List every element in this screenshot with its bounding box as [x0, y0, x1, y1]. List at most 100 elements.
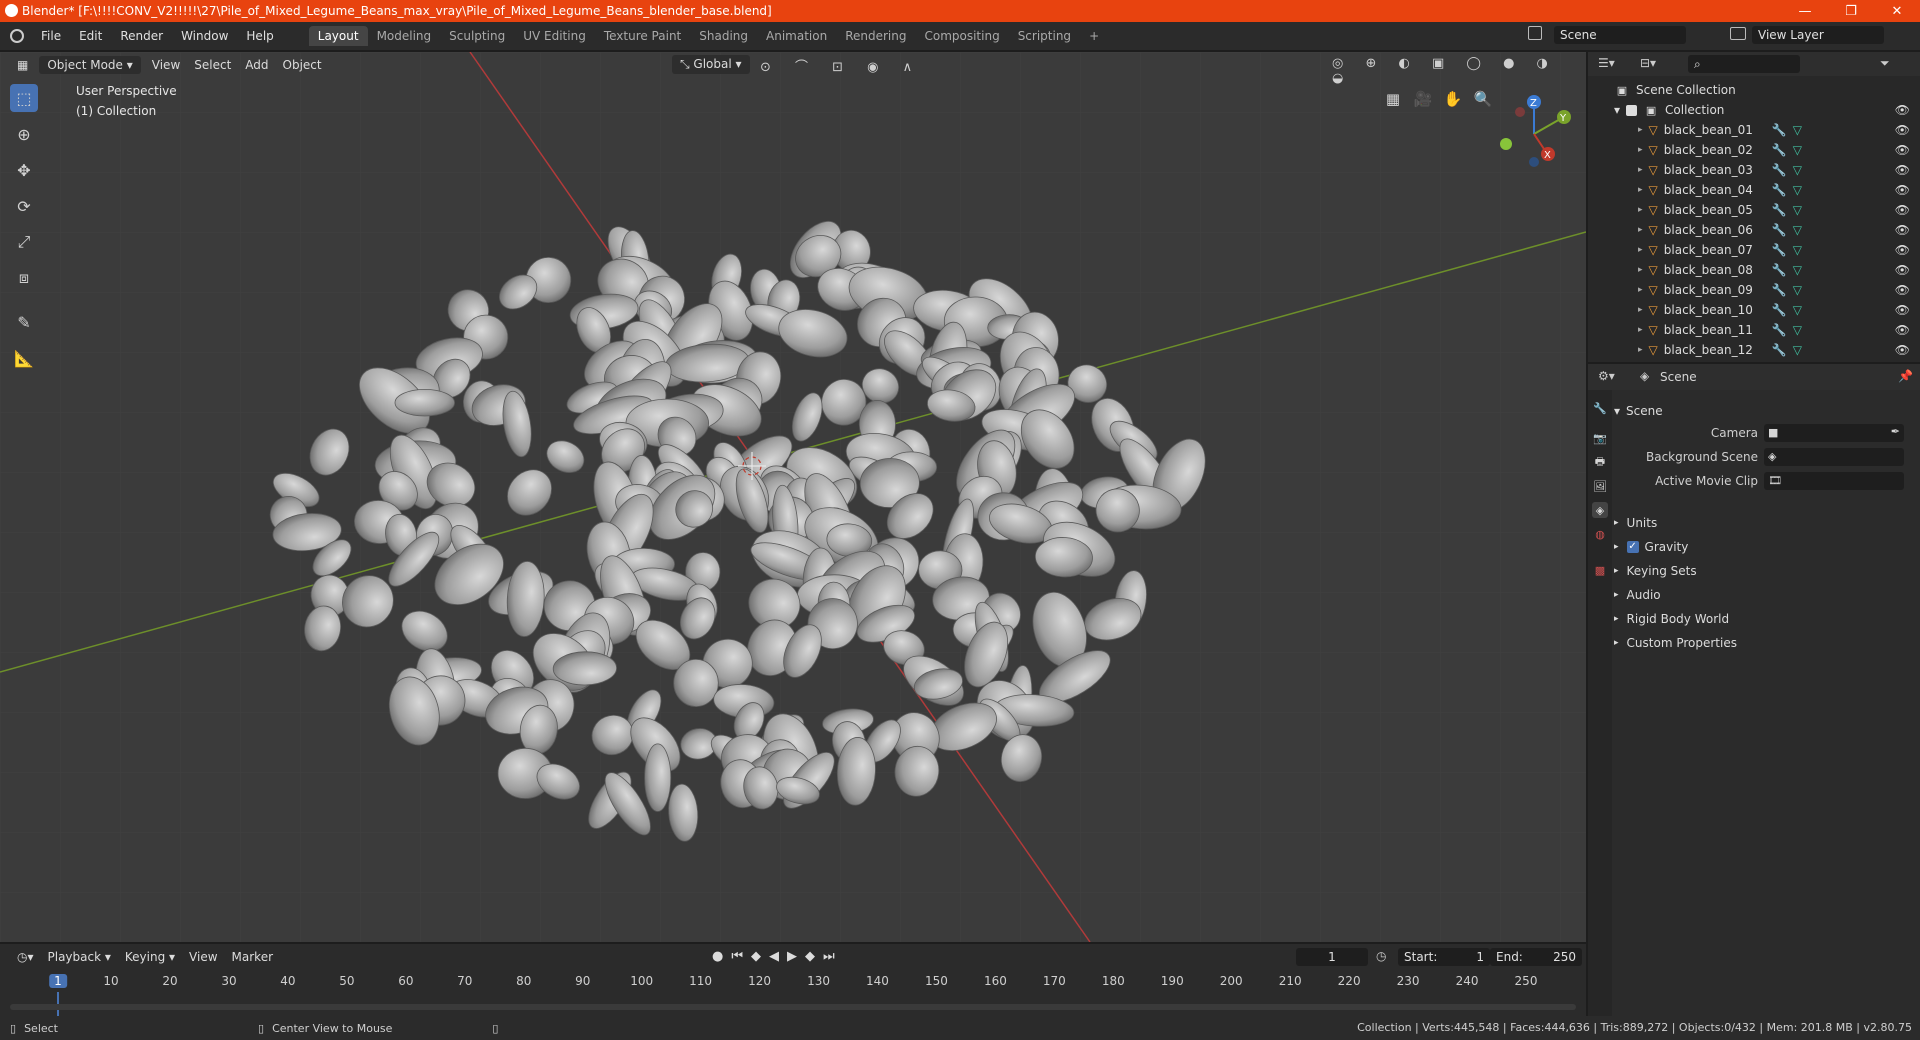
timeline-menu-playback[interactable]: Playback ▾	[41, 950, 118, 964]
modifier-wrench-icon[interactable]: 🔧	[1772, 163, 1787, 177]
timeline-scrollbar[interactable]	[10, 1004, 1576, 1010]
outliner-item[interactable]: ▸ ▽ black_bean_03 🔧 ▽ 👁	[1588, 160, 1920, 180]
visibility-eye-icon[interactable]: 👁	[1895, 243, 1910, 257]
subpanel-header[interactable]: ▸ ✓ Gravity	[1614, 536, 1914, 558]
rotate-tool[interactable]: ⟳	[10, 192, 38, 220]
modifier-wrench-icon[interactable]: 🔧	[1772, 183, 1787, 197]
tab-modeling[interactable]: Modeling	[368, 26, 441, 46]
outliner-item[interactable]: ▸ ▽ black_bean_05 🔧 ▽ 👁	[1588, 200, 1920, 220]
next-keyframe-icon[interactable]: ◆	[805, 949, 815, 964]
viewport-menu-object[interactable]: Object	[276, 58, 329, 72]
modifier-wrench-icon[interactable]: 🔧	[1772, 323, 1787, 337]
maximize-button[interactable]: ❐	[1828, 0, 1874, 22]
editor-type-icon[interactable]: ▦	[10, 58, 35, 72]
cursor-tool[interactable]: ⊕	[10, 120, 38, 148]
view-layer-tab-icon[interactable]: 🖼	[1592, 478, 1608, 494]
start-frame-field[interactable]: Start: 1	[1398, 948, 1490, 966]
subpanel-header[interactable]: ▸ Units	[1614, 512, 1914, 534]
transform-tool[interactable]: ⧈	[10, 264, 38, 292]
visibility-eye-icon[interactable]: 👁	[1895, 123, 1910, 137]
modifier-wrench-icon[interactable]: 🔧	[1772, 303, 1787, 317]
subpanel-header[interactable]: ▸ Keying Sets	[1614, 560, 1914, 582]
outliner-item[interactable]: ▸ ▽ black_bean_01 🔧 ▽ 👁	[1588, 120, 1920, 140]
outliner-scene-collection[interactable]: ▣ Scene Collection	[1588, 80, 1920, 100]
subpanel-header[interactable]: ▸ Custom Properties	[1614, 632, 1914, 654]
outliner-item[interactable]: ▸ ▽ black_bean_08 🔧 ▽ 👁	[1588, 260, 1920, 280]
menu-edit[interactable]: Edit	[70, 29, 111, 43]
pin-icon[interactable]: 📌	[1898, 369, 1913, 383]
transform-orientation-selector[interactable]: ⤡ Global ▾	[672, 55, 750, 74]
tab-animation[interactable]: Animation	[757, 26, 836, 46]
modifier-wrench-icon[interactable]: 🔧	[1772, 203, 1787, 217]
prev-keyframe-icon[interactable]: ◆	[751, 949, 761, 964]
texture-tab-icon[interactable]: ▩	[1592, 562, 1608, 578]
subpanel-header[interactable]: ▸ Rigid Body World	[1614, 608, 1914, 630]
outliner-item[interactable]: ▸ ▽ black_bean_02 🔧 ▽ 👁	[1588, 140, 1920, 160]
scene-selector[interactable]: Scene	[1554, 26, 1686, 44]
tab-rendering[interactable]: Rendering	[836, 26, 915, 46]
select-box-tool[interactable]: ⬚	[10, 84, 38, 112]
subpanel-header[interactable]: ▸ Audio	[1614, 584, 1914, 606]
mode-selector[interactable]: Object Mode ▾	[39, 56, 141, 74]
mesh-data-icon[interactable]: ▽	[1793, 283, 1802, 297]
display-mode-icon[interactable]: ⊟▾	[1640, 56, 1656, 70]
visibility-eye-icon[interactable]: 👁	[1895, 283, 1910, 297]
current-frame-field[interactable]: 1	[1296, 948, 1368, 966]
end-frame-field[interactable]: End: 250	[1490, 948, 1582, 966]
menu-render[interactable]: Render	[111, 29, 172, 43]
navigation-gizmo[interactable]: Z Y X	[1494, 88, 1574, 168]
expand-arrow-icon[interactable]: ▸	[1638, 205, 1643, 215]
expand-arrow-icon[interactable]: ▸	[1638, 325, 1643, 335]
modifier-wrench-icon[interactable]: 🔧	[1772, 243, 1787, 257]
outliner-item[interactable]: ▸ ▽ black_bean_12 🔧 ▽ 👁	[1588, 340, 1920, 360]
visibility-eye-icon[interactable]: 👁	[1895, 343, 1910, 357]
outliner-item[interactable]: ▸ ▽ black_bean_11 🔧 ▽ 👁	[1588, 320, 1920, 340]
pan-view-hand-icon[interactable]: ✋	[1442, 88, 1464, 110]
timeline-menu-marker[interactable]: Marker	[225, 950, 280, 964]
outliner-item[interactable]: ▸ ▽ black_bean_10 🔧 ▽ 👁	[1588, 300, 1920, 320]
viewport-menu-add[interactable]: Add	[238, 58, 275, 72]
camera-view-icon[interactable]: 🎥	[1412, 88, 1434, 110]
world-tab-icon[interactable]: ◍	[1592, 526, 1608, 542]
outliner-item[interactable]: ▸ ▽ black_bean_04 🔧 ▽ 👁	[1588, 180, 1920, 200]
modifier-wrench-icon[interactable]: 🔧	[1772, 343, 1787, 357]
tab-texture-paint[interactable]: Texture Paint	[595, 26, 690, 46]
timeline-editor-icon[interactable]: ◷▾	[10, 950, 41, 964]
visibility-eye-icon[interactable]: 👁	[1895, 263, 1910, 277]
mesh-data-icon[interactable]: ▽	[1793, 123, 1802, 137]
expand-arrow-icon[interactable]: ▸	[1638, 305, 1643, 315]
mesh-data-icon[interactable]: ▽	[1793, 163, 1802, 177]
expand-arrow-icon[interactable]: ▸	[1638, 165, 1643, 175]
expand-arrow-icon[interactable]: ▸	[1638, 265, 1643, 275]
background-scene-field[interactable]: ◈	[1764, 448, 1904, 466]
add-workspace-button[interactable]: +	[1080, 26, 1108, 46]
preview-range-icon[interactable]: ◷	[1376, 949, 1386, 963]
expand-arrow-icon[interactable]: ▸	[1638, 245, 1643, 255]
mesh-data-icon[interactable]: ▽	[1793, 223, 1802, 237]
visibility-eye-icon[interactable]: 👁	[1895, 183, 1910, 197]
tab-shading[interactable]: Shading	[690, 26, 757, 46]
tab-uv-editing[interactable]: UV Editing	[514, 26, 595, 46]
modifier-wrench-icon[interactable]: 🔧	[1772, 123, 1787, 137]
outliner-search-input[interactable]: ⌕	[1688, 55, 1800, 73]
outliner-editor-icon[interactable]: ☰▾	[1598, 56, 1615, 70]
mesh-data-icon[interactable]: ▽	[1793, 143, 1802, 157]
collapse-arrow-icon[interactable]: ▾	[1614, 103, 1620, 117]
expand-arrow-icon[interactable]: ▸	[1638, 225, 1643, 235]
scale-tool[interactable]: ⤢	[10, 228, 38, 256]
jump-start-icon[interactable]: ⏮	[731, 949, 743, 964]
blender-menu-icon[interactable]	[10, 29, 24, 43]
move-tool[interactable]: ✥	[10, 156, 38, 184]
modifier-wrench-icon[interactable]: 🔧	[1772, 143, 1787, 157]
active-movie-clip-field[interactable]: 🎞	[1764, 472, 1904, 490]
outliner-collection[interactable]: ▾ ▣ Collection 👁	[1588, 100, 1920, 120]
mesh-data-icon[interactable]: ▽	[1793, 243, 1802, 257]
mesh-data-icon[interactable]: ▽	[1793, 343, 1802, 357]
menu-help[interactable]: Help	[237, 29, 282, 43]
outliner-item[interactable]: ▸ ▽ black_bean_09 🔧 ▽ 👁	[1588, 280, 1920, 300]
tab-scripting[interactable]: Scripting	[1009, 26, 1080, 46]
viewport-shading-controls[interactable]: ◎ ⊕ ◐ ▣ ◯ ● ◑ ◒	[1332, 56, 1586, 86]
visibility-eye-icon[interactable]: 👁	[1895, 143, 1910, 157]
tab-layout[interactable]: Layout	[308, 26, 368, 46]
eyedropper-icon[interactable]: ✒	[1891, 425, 1900, 438]
